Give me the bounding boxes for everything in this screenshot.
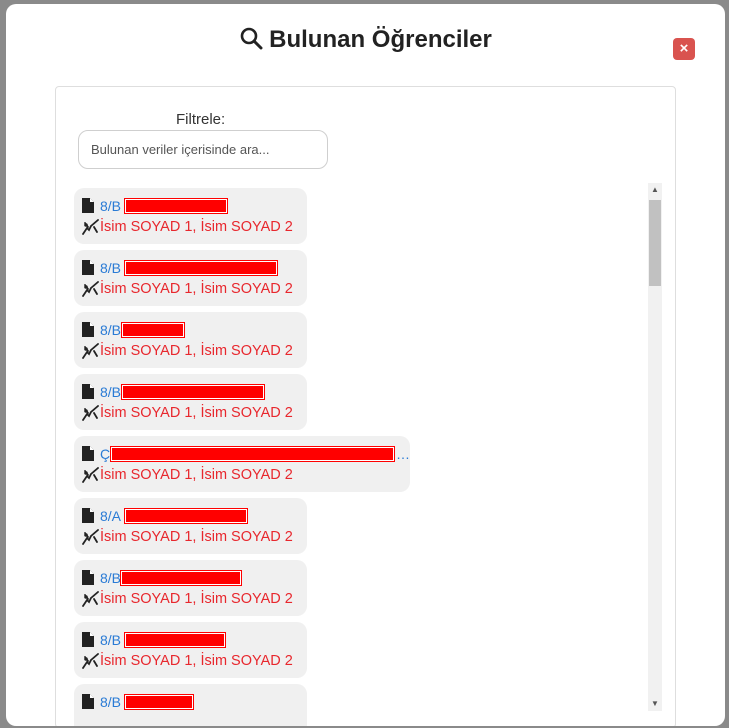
list-scrollbar[interactable]: ▲ ▼ [648, 183, 662, 711]
search-icon [239, 26, 263, 57]
file-icon [82, 383, 96, 400]
class-label: 8/B [100, 569, 122, 586]
list-item[interactable]: 8/B [74, 684, 307, 726]
list-item[interactable]: 8/B İsim SOYAD 1, İsim SOYAD 2 [74, 622, 307, 678]
results-list: 8/B İsim SOYAD 1, İsim SOYAD 2 8/B İsim … [74, 187, 644, 726]
scroll-up-arrow-icon[interactable]: ▲ [648, 183, 662, 197]
chalkboard-teacher-icon [82, 218, 99, 235]
file-icon [82, 507, 96, 524]
class-label: 8/B [100, 631, 122, 648]
file-icon [82, 569, 96, 586]
scroll-down-arrow-icon[interactable]: ▼ [648, 697, 662, 711]
modal-title-text: Bulunan Öğrenciler [269, 26, 492, 53]
list-item[interactable]: 8/B İsim SOYAD 1, İsim SOYAD 2 [74, 188, 307, 244]
file-icon [82, 631, 96, 648]
search-results-modal: Bulunan Öğrenciler × Filtrele: 8/B İsim … [6, 4, 725, 726]
truncation-ellipsis: … [396, 445, 410, 462]
chalkboard-teacher-icon [82, 280, 99, 297]
redacted-student-name [125, 198, 228, 213]
file-icon [82, 693, 96, 710]
chalkboard-teacher-icon [82, 528, 99, 545]
teacher-names: İsim SOYAD 1, İsim SOYAD 2 [100, 528, 293, 545]
teacher-names: İsim SOYAD 1, İsim SOYAD 2 [100, 342, 293, 359]
filter-input[interactable] [78, 130, 328, 169]
redacted-student-name [125, 694, 194, 709]
list-item[interactable]: 8/B İsim SOYAD 1, İsim SOYAD 2 [74, 374, 307, 430]
class-label: 8/A [100, 507, 122, 524]
teacher-names: İsim SOYAD 1, İsim SOYAD 2 [100, 404, 293, 421]
redacted-student-name [111, 446, 394, 461]
redacted-student-name [121, 570, 242, 585]
teacher-names: İsim SOYAD 1, İsim SOYAD 2 [100, 280, 293, 297]
close-icon: × [679, 40, 689, 57]
list-item[interactable]: 8/A İsim SOYAD 1, İsim SOYAD 2 [74, 498, 307, 554]
file-icon [82, 259, 96, 276]
redacted-student-name [125, 260, 278, 275]
redacted-student-name [122, 322, 185, 337]
filter-label: Filtrele: [176, 111, 226, 128]
class-label: 8/B [100, 197, 122, 214]
teacher-names: İsim SOYAD 1, İsim SOYAD 2 [100, 466, 293, 483]
class-label: 8/B [100, 259, 122, 276]
chalkboard-teacher-icon [82, 590, 99, 607]
class-label: 8/B [100, 383, 122, 400]
redacted-student-name [125, 508, 248, 523]
chalkboard-teacher-icon [82, 466, 99, 483]
list-item[interactable]: 8/B İsim SOYAD 1, İsim SOYAD 2 [74, 250, 307, 306]
teacher-names: İsim SOYAD 1, İsim SOYAD 2 [100, 218, 293, 235]
list-item[interactable]: 8/B İsim SOYAD 1, İsim SOYAD 2 [74, 560, 307, 616]
redacted-student-name [122, 384, 265, 399]
chalkboard-teacher-icon [82, 404, 99, 421]
file-icon [82, 321, 96, 338]
results-panel: Filtrele: 8/B İsim SOYAD 1, İsim SOYAD 2… [55, 86, 676, 726]
file-icon [82, 197, 96, 214]
teacher-names: İsim SOYAD 1, İsim SOYAD 2 [100, 590, 293, 607]
list-item[interactable]: 8/B İsim SOYAD 1, İsim SOYAD 2 [74, 312, 307, 368]
class-label: 8/B [100, 321, 122, 338]
list-item[interactable]: Ç … İsim SOYAD 1, İsim SOYAD 2 [74, 436, 410, 492]
modal-title: Bulunan Öğrenciler [6, 26, 725, 57]
scrollbar-thumb[interactable] [649, 200, 661, 286]
close-button[interactable]: × [673, 38, 695, 60]
class-label: Ç [99, 445, 111, 462]
chalkboard-teacher-icon [82, 342, 99, 359]
class-label: 8/B [100, 693, 122, 710]
redacted-student-name [125, 632, 226, 647]
file-icon [82, 445, 96, 462]
chalkboard-teacher-icon [82, 652, 99, 669]
teacher-names: İsim SOYAD 1, İsim SOYAD 2 [100, 652, 293, 669]
